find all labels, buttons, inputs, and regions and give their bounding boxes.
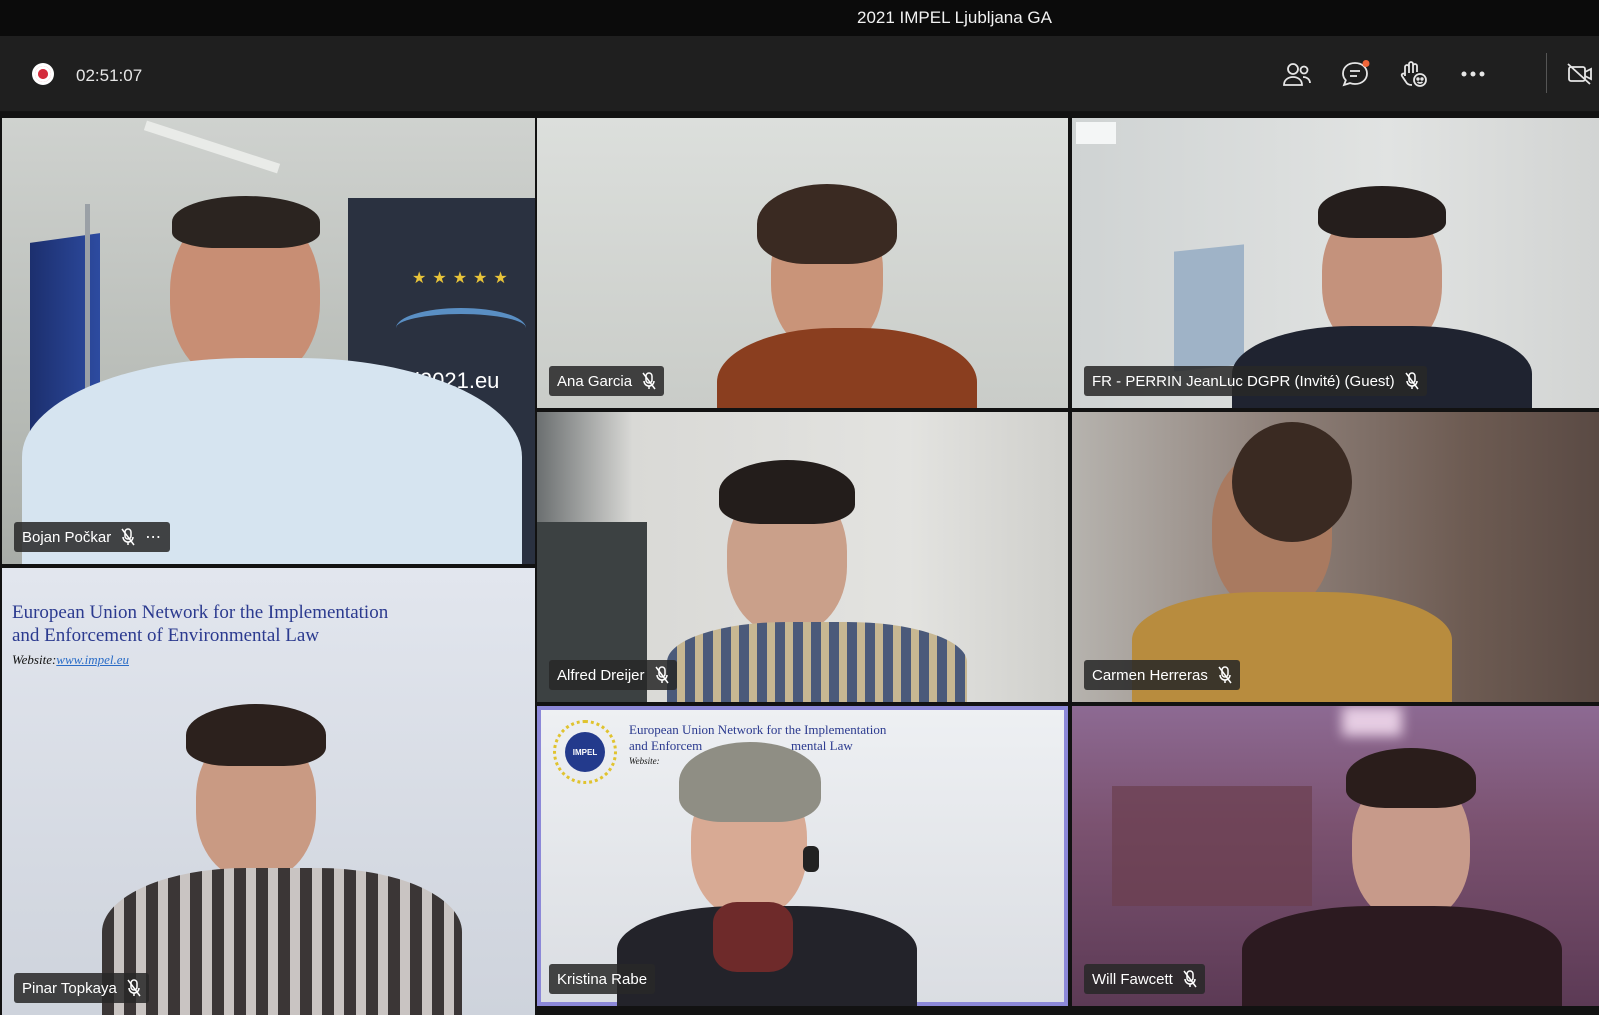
- participant-name: FR - PERRIN JeanLuc DGPR (Invité) (Guest…: [1092, 372, 1395, 390]
- recording-timer: 02:51:07: [76, 66, 143, 85]
- participant-namebar: Pinar Topkaya: [14, 973, 149, 1003]
- slide-title-line-1: European Union Network for the Implement…: [12, 602, 389, 623]
- participant-more-icon[interactable]: ⋯: [145, 527, 162, 547]
- participant-video-figure: [675, 742, 825, 922]
- meeting-title: 2021 IMPEL Ljubljana GA: [857, 8, 1052, 27]
- ceiling-light: [143, 120, 281, 174]
- participant-name: Pinar Topkaya: [22, 979, 117, 997]
- mic-off-icon: [654, 666, 669, 684]
- mic-off-icon: [121, 528, 135, 546]
- mic-off-icon: [1218, 666, 1232, 684]
- mic-off-icon: [1404, 372, 1419, 390]
- participant-sweater: [1242, 906, 1562, 1006]
- mic-off-icon: [642, 372, 656, 390]
- video-tile-bojan-pockar[interactable]: ★★★★★ si2021.eu ensko dovanje u unije Bo…: [2, 118, 535, 564]
- participant-video-figure: [713, 458, 863, 638]
- participant-namebar: Will Fawcett: [1084, 964, 1205, 994]
- banner-wave: [396, 308, 526, 348]
- video-tile-pinar-topkaya[interactable]: European Union Network for the Implement…: [2, 568, 535, 1015]
- headset-icon: [803, 846, 819, 872]
- window-titlebar: 2021 IMPEL Ljubljana GA: [0, 0, 1599, 36]
- mic-off-icon: [127, 979, 141, 997]
- participant-namebar: Carmen Herreras: [1084, 660, 1240, 690]
- slide-title-line-1: European Union Network for the Implement…: [629, 722, 887, 737]
- participant-namebar: Kristina Rabe: [549, 964, 656, 994]
- video-tile-perrin-jeanluc[interactable]: FR - PERRIN JeanLuc DGPR (Invité) (Guest…: [1072, 118, 1599, 408]
- camera-off-icon: [1567, 63, 1592, 85]
- mic-off-icon: [1183, 970, 1197, 988]
- slide-website-link[interactable]: www.impel.eu: [56, 652, 129, 667]
- participant-video-figure: [182, 704, 332, 884]
- participant-name: Will Fawcett: [1092, 970, 1173, 988]
- reactions-icon: [1400, 61, 1427, 87]
- more-icon: [1461, 71, 1485, 77]
- wall-poster: [1174, 244, 1244, 372]
- camera-button[interactable]: [1565, 59, 1595, 89]
- participant-name: Carmen Herreras: [1092, 666, 1208, 684]
- banner-stars: ★★★★★: [412, 270, 514, 287]
- people-icon: [1283, 63, 1311, 86]
- slide-website: Website:www.impel.eu: [12, 652, 129, 667]
- video-tile-ana-garcia[interactable]: Ana Garcia: [537, 118, 1068, 408]
- reactions-button[interactable]: [1397, 59, 1431, 89]
- background-shelf: [1112, 786, 1312, 906]
- more-actions-button[interactable]: [1456, 59, 1490, 89]
- slide-title-line-2: and Enforcement of Environmental Law: [12, 625, 320, 646]
- video-tile-will-fawcett[interactable]: Will Fawcett: [1072, 706, 1599, 1006]
- video-grid: ★★★★★ si2021.eu ensko dovanje u unije Bo…: [0, 112, 1599, 1015]
- impel-logo: IMPEL: [553, 720, 617, 784]
- participant-name: Ana Garcia: [557, 372, 633, 390]
- video-tile-kristina-rabe[interactable]: IMPEL European Union Network for the Imp…: [537, 706, 1068, 1006]
- participant-name: Kristina Rabe: [557, 970, 648, 988]
- participant-namebar: Bojan Počkar ⋯: [14, 522, 171, 552]
- video-tile-carmen-herreras[interactable]: Carmen Herreras: [1072, 412, 1599, 702]
- slide-website: Website:: [629, 756, 660, 766]
- recording-indicator-icon: [34, 65, 52, 83]
- participants-button[interactable]: [1280, 59, 1314, 89]
- toolbar-divider: [1546, 53, 1547, 93]
- ceiling-panel: [1076, 122, 1116, 144]
- chat-icon: [1342, 60, 1370, 87]
- participant-name: Alfred Dreijer: [557, 666, 645, 684]
- participant-shirt: [667, 622, 967, 702]
- participant-name: Bojan Počkar: [22, 528, 112, 546]
- participant-sweater: [717, 328, 977, 408]
- participant-video-figure: [1336, 746, 1486, 926]
- video-tile-alfred-dreijer[interactable]: Alfred Dreijer: [537, 412, 1068, 702]
- participant-scarf: [713, 902, 793, 972]
- chat-button[interactable]: [1338, 59, 1372, 89]
- meeting-toolbar: 02:51:07: [0, 37, 1599, 112]
- participant-namebar: Alfred Dreijer: [549, 660, 677, 690]
- participant-shirt: [102, 868, 462, 1015]
- ceiling-light: [1342, 706, 1402, 736]
- participant-namebar: FR - PERRIN JeanLuc DGPR (Invité) (Guest…: [1084, 366, 1427, 396]
- participant-namebar: Ana Garcia: [549, 366, 665, 396]
